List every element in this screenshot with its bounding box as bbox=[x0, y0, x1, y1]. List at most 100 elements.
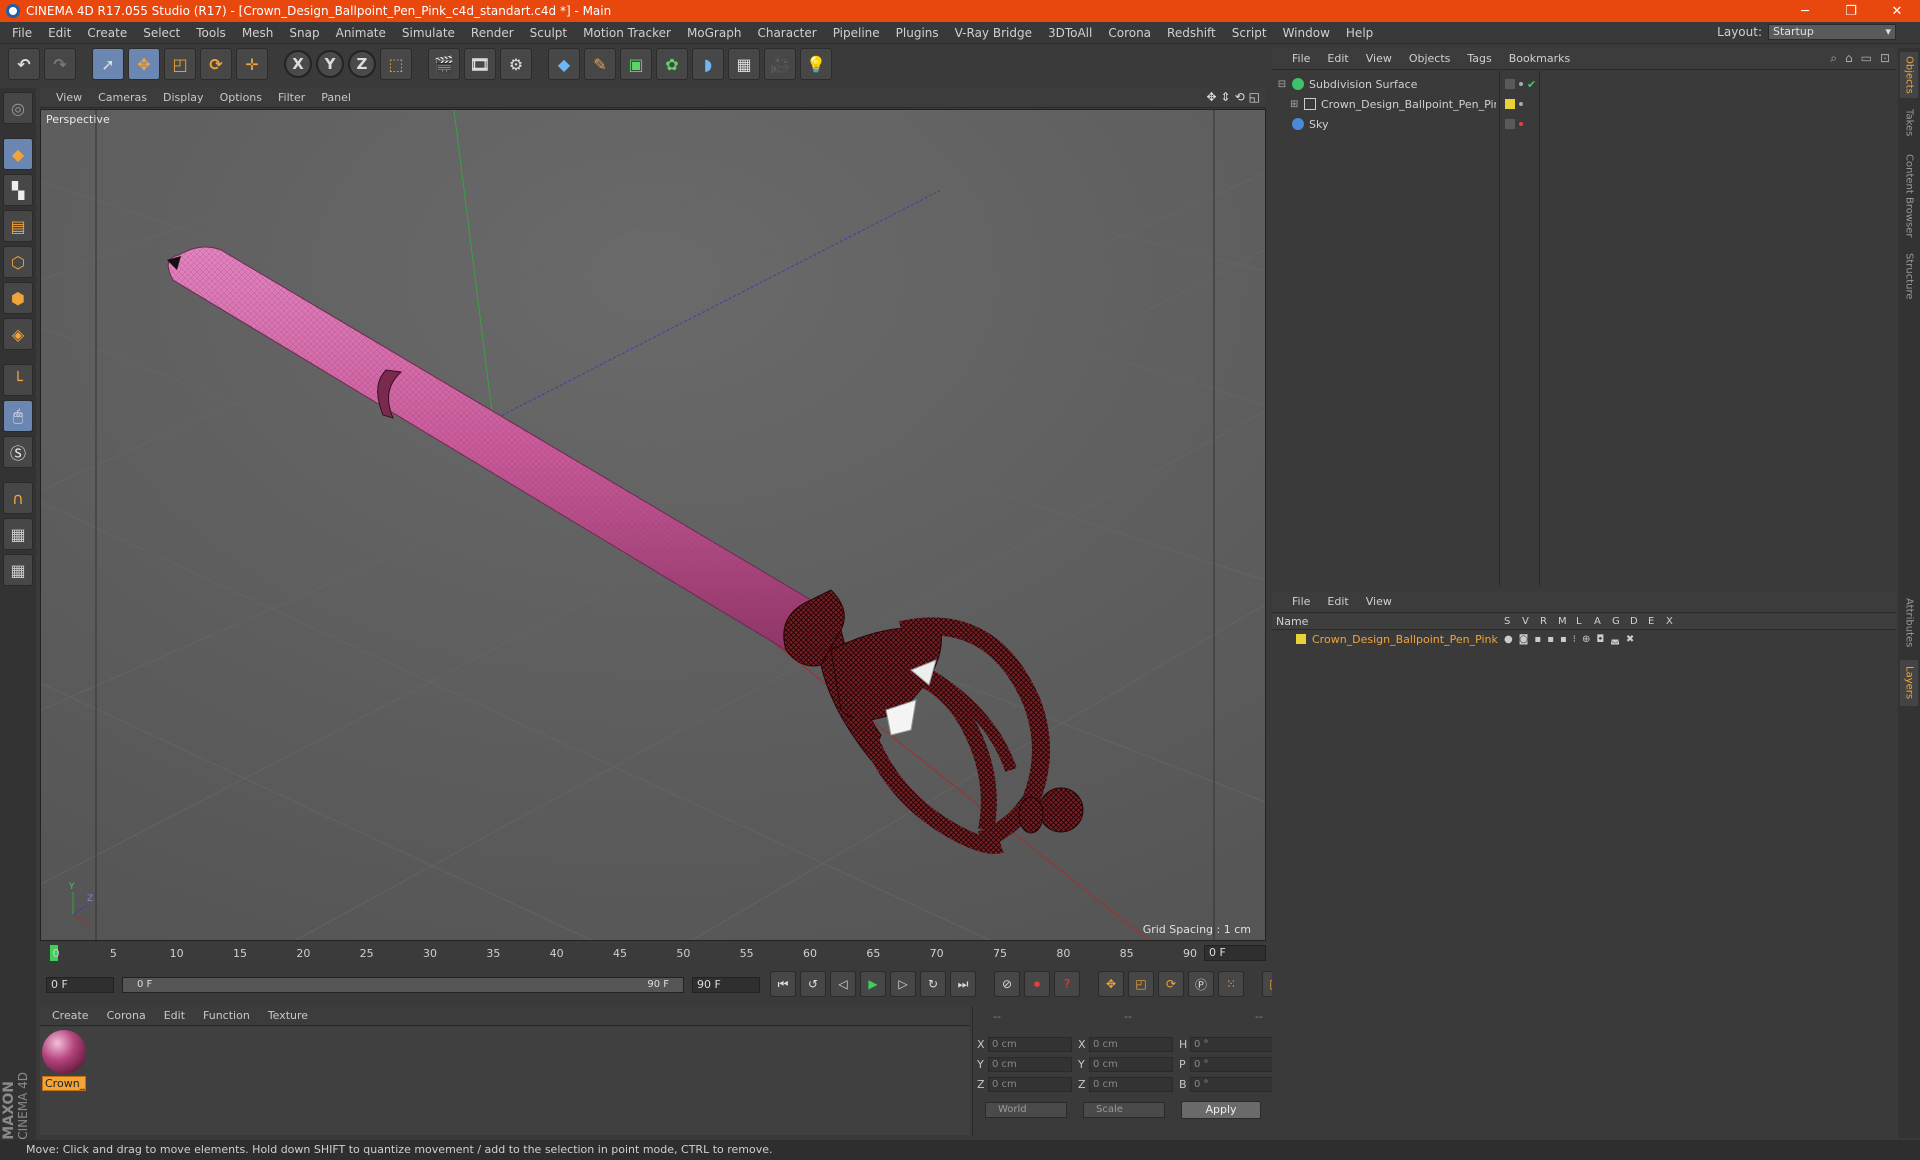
menu-file[interactable]: File bbox=[4, 26, 40, 40]
coordinate-space-dropdown[interactable]: World bbox=[985, 1102, 1067, 1118]
size-y-field[interactable]: 0 cm bbox=[1089, 1056, 1173, 1072]
zoom-icon[interactable]: ⇕ bbox=[1221, 90, 1231, 104]
tree-row[interactable]: ⊞ Crown_Design_Ballpoint_Pen_Pink bbox=[1272, 94, 1896, 114]
rot-p-field[interactable]: 0 ° bbox=[1190, 1056, 1274, 1072]
camera-object-button[interactable]: 🎥 bbox=[764, 48, 796, 80]
maximize-button[interactable]: ❐ bbox=[1828, 0, 1874, 22]
start-frame-field[interactable]: 0 F bbox=[46, 977, 114, 993]
apply-button[interactable]: Apply bbox=[1181, 1101, 1261, 1119]
perspective-viewport[interactable]: Y Z Perspective Grid Spacing : 1 cm bbox=[40, 109, 1266, 941]
material-item[interactable]: Crown_ bbox=[42, 1030, 86, 1091]
maximize-panel-icon[interactable]: ▭ bbox=[1861, 51, 1872, 66]
layout-dropdown[interactable]: Startup bbox=[1768, 24, 1896, 40]
visibility-dot-icon[interactable] bbox=[1519, 82, 1523, 86]
key-parameter-button[interactable]: Ⓟ bbox=[1188, 971, 1214, 997]
menu-motion-tracker[interactable]: Motion Tracker bbox=[575, 26, 679, 40]
material-menu-function[interactable]: Function bbox=[203, 1009, 250, 1022]
size-mode-dropdown[interactable]: Scale bbox=[1083, 1102, 1165, 1118]
viewport-menu-display[interactable]: Display bbox=[163, 91, 204, 104]
end-frame-field[interactable]: 90 F bbox=[692, 977, 760, 993]
menu-pipeline[interactable]: Pipeline bbox=[825, 26, 888, 40]
go-to-start-button[interactable]: ⏮ bbox=[770, 971, 796, 997]
menu-tools[interactable]: Tools bbox=[188, 26, 234, 40]
menu-3dtoall[interactable]: 3DToAll bbox=[1040, 26, 1100, 40]
size-x-field[interactable]: 0 cm bbox=[1089, 1036, 1173, 1052]
pos-x-field[interactable]: 0 cm bbox=[988, 1036, 1072, 1052]
deformer-button[interactable]: ◗ bbox=[692, 48, 724, 80]
key-position-button[interactable]: ✥ bbox=[1098, 971, 1124, 997]
key-pla-button[interactable]: ⁙ bbox=[1218, 971, 1244, 997]
toggle-view-icon[interactable]: ◱ bbox=[1249, 90, 1260, 104]
tab-structure[interactable]: Structure bbox=[1900, 248, 1918, 304]
scale-tool-button[interactable]: ◰ bbox=[164, 48, 196, 80]
select-tool-button[interactable]: ➚ bbox=[92, 48, 124, 80]
pan-icon[interactable]: ✥ bbox=[1206, 90, 1216, 104]
menu-mograph[interactable]: MoGraph bbox=[679, 26, 750, 40]
autokeying-button[interactable]: ? bbox=[1054, 971, 1080, 997]
menu-mesh[interactable]: Mesh bbox=[234, 26, 282, 40]
workplane-mode-button[interactable]: ▤ bbox=[3, 210, 33, 242]
pos-y-field[interactable]: 0 cm bbox=[988, 1056, 1072, 1072]
previous-key-button[interactable]: ↺ bbox=[800, 971, 826, 997]
orbit-icon[interactable]: ⟲ bbox=[1235, 90, 1245, 104]
live-selection-button[interactable]: ✛ bbox=[236, 48, 268, 80]
magnet-button[interactable]: ∩ bbox=[3, 482, 33, 514]
next-frame-button[interactable]: ▷ bbox=[890, 971, 916, 997]
material-menu-edit[interactable]: Edit bbox=[164, 1009, 185, 1022]
preview-range-slider[interactable]: 0 F 90 F bbox=[122, 977, 684, 993]
tab-attributes[interactable]: Attributes bbox=[1900, 591, 1918, 655]
object-menu-edit[interactable]: Edit bbox=[1327, 52, 1348, 65]
enabled-check-icon[interactable]: ✔ bbox=[1527, 78, 1536, 91]
y-axis-button[interactable]: Y bbox=[316, 50, 344, 78]
planar-workplane-button[interactable]: ▦ bbox=[3, 554, 33, 586]
menu-script[interactable]: Script bbox=[1224, 26, 1275, 40]
record-active-button[interactable]: ⏺ bbox=[1024, 971, 1050, 997]
minimize-button[interactable]: ─ bbox=[1782, 0, 1828, 22]
menu-simulate[interactable]: Simulate bbox=[394, 26, 463, 40]
layer-col-m[interactable]: M bbox=[1558, 616, 1567, 627]
search-icon[interactable]: ⌕ bbox=[1830, 51, 1837, 66]
layer-menu-view[interactable]: View bbox=[1366, 595, 1392, 608]
play-button[interactable]: ▶ bbox=[860, 971, 886, 997]
layer-col-x[interactable]: X bbox=[1666, 616, 1673, 627]
object-menu-view[interactable]: View bbox=[1366, 52, 1392, 65]
cube-object-button[interactable]: ◆ bbox=[548, 48, 580, 80]
subdivision-button[interactable]: ▣ bbox=[620, 48, 652, 80]
floor-object-button[interactable]: ▦ bbox=[728, 48, 760, 80]
layer-col-r[interactable]: R bbox=[1540, 616, 1547, 627]
tab-content-browser[interactable]: Content Browser bbox=[1900, 148, 1918, 244]
layer-col-a[interactable]: A bbox=[1594, 616, 1601, 627]
pos-z-field[interactable]: 0 cm bbox=[988, 1076, 1072, 1092]
render-settings-button[interactable]: ⚙ bbox=[500, 48, 532, 80]
layer-col-g[interactable]: G bbox=[1612, 616, 1620, 627]
render-picture-viewer-button[interactable]: 🎞 bbox=[464, 48, 496, 80]
visibility-dot-icon[interactable] bbox=[1519, 122, 1523, 126]
collapse-icon[interactable]: ⊟ bbox=[1272, 79, 1292, 90]
go-to-end-button[interactable]: ⏭ bbox=[950, 971, 976, 997]
snap-button[interactable]: Ⓢ bbox=[3, 436, 33, 468]
keyframe-selection-button[interactable]: ⊘ bbox=[994, 971, 1020, 997]
menu-plugins[interactable]: Plugins bbox=[888, 26, 947, 40]
current-frame-field[interactable]: 0 F bbox=[1204, 945, 1266, 961]
texture-mode-button[interactable]: ▚ bbox=[3, 174, 33, 206]
layer-row[interactable]: Crown_Design_Ballpoint_Pen_Pink ●◙▪▪▪⁝⊕◘… bbox=[1272, 630, 1896, 648]
z-axis-button[interactable]: Z bbox=[348, 50, 376, 78]
menu-select[interactable]: Select bbox=[135, 26, 188, 40]
home-icon[interactable]: ⌂ bbox=[1845, 51, 1853, 66]
timeline-ruler[interactable]: 0 5 10 15 20 25 30 35 40 45 50 55 60 65 70 75 80 85 90 0 F bbox=[40, 943, 1266, 965]
menu-corona[interactable]: Corona bbox=[1100, 26, 1159, 40]
axis-mode-button[interactable]: └ bbox=[3, 364, 33, 396]
layer-menu-file[interactable]: File bbox=[1292, 595, 1310, 608]
material-menu-corona[interactable]: Corona bbox=[107, 1009, 146, 1022]
layer-col-e[interactable]: E bbox=[1648, 616, 1654, 627]
key-rotation-button[interactable]: ⟳ bbox=[1158, 971, 1184, 997]
menu-help[interactable]: Help bbox=[1338, 26, 1381, 40]
lock-workplane-button[interactable]: ▦ bbox=[3, 518, 33, 550]
viewport-menu-panel[interactable]: Panel bbox=[321, 91, 351, 104]
menu-character[interactable]: Character bbox=[749, 26, 824, 40]
menu-window[interactable]: Window bbox=[1275, 26, 1338, 40]
close-panel-icon[interactable]: ⊡ bbox=[1880, 51, 1890, 66]
object-menu-objects[interactable]: Objects bbox=[1409, 52, 1451, 65]
layer-color-swatch[interactable] bbox=[1296, 634, 1306, 644]
object-menu-tags[interactable]: Tags bbox=[1467, 52, 1491, 65]
